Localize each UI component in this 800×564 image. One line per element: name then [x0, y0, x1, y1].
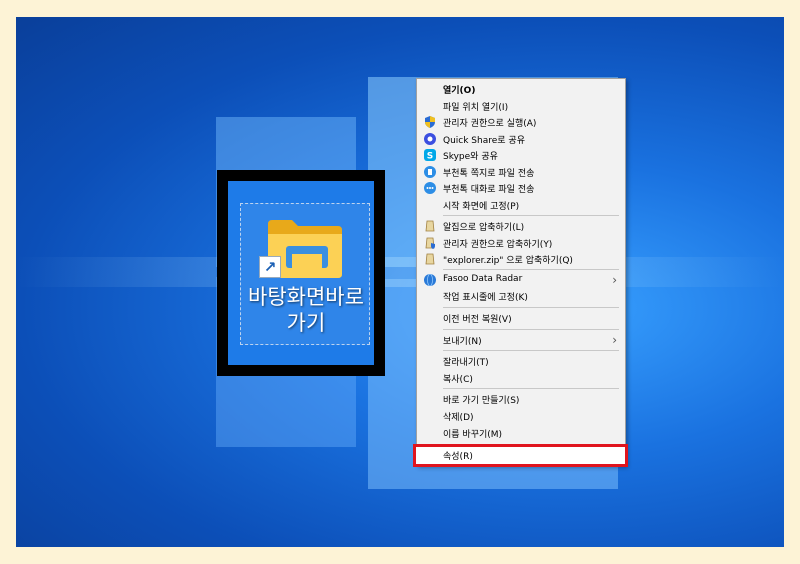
menu-separator: [443, 215, 619, 216]
menu-item-label: 알집으로 압축하기(L): [443, 223, 525, 233]
menu-item-label: 작업 표시줄에 고정(K): [443, 293, 528, 303]
menu-item-label: 관리자 권한으로 압축하기(Y): [443, 240, 553, 250]
menu-item-label: 삭제(D): [443, 413, 474, 423]
quick-share-icon: [424, 133, 436, 145]
annotation-black-frame: ↗ 바탕화면바로 가기: [217, 170, 385, 376]
shield-icon: [425, 116, 435, 128]
menu-item-fasoo[interactable]: Fasoo Data Radar ›: [417, 272, 625, 289]
menu-item-send-to[interactable]: 보내기(N) ›: [417, 332, 625, 349]
menu-item-skype[interactable]: S Skype와 공유: [417, 147, 625, 164]
menu-item-alzip[interactable]: 알집으로 압축하기(L): [417, 218, 625, 235]
menu-item-restore[interactable]: 이전 버전 복원(V): [417, 310, 625, 327]
menu-item-zip-compress[interactable]: "explorer.zip" 으로 압축하기(Q): [417, 251, 625, 268]
menu-item-label: Fasoo Data Radar: [443, 274, 523, 284]
menu-item-copy[interactable]: 복사(C): [417, 370, 625, 387]
menu-item-buzzer-chat[interactable]: 부천톡 대화로 파일 전송: [417, 180, 625, 197]
menu-item-quick-share[interactable]: Quick Share로 공유: [417, 131, 625, 148]
menu-item-label: 잘라내기(T): [443, 358, 489, 368]
menu-item-label: 관리자 권한으로 실행(A): [443, 119, 537, 129]
menu-item-admin-compress[interactable]: 관리자 권한으로 압축하기(Y): [417, 235, 625, 252]
chevron-right-icon: ›: [612, 273, 617, 287]
svg-text:S: S: [427, 152, 433, 162]
menu-item-label: Skype와 공유: [443, 152, 498, 162]
menu-separator: [443, 350, 619, 351]
alzip-icon: [425, 220, 435, 232]
menu-item-label: 열기(O): [443, 86, 476, 96]
context-menu: 열기(O) 파일 위치 열기(I) 관리자 권한으로 실행(A) Quick S…: [416, 78, 626, 466]
chevron-right-icon: ›: [612, 333, 617, 347]
menu-item-label: 보내기(N): [443, 337, 482, 347]
menu-item-pin-taskbar[interactable]: 작업 표시줄에 고정(K): [417, 288, 625, 305]
menu-item-label: 부천톡 쪽지로 파일 전송: [443, 169, 535, 179]
menu-item-open-location[interactable]: 파일 위치 열기(I): [417, 98, 625, 115]
menu-item-label: 시작 화면에 고정(P): [443, 202, 520, 212]
menu-item-cut[interactable]: 잘라내기(T): [417, 353, 625, 370]
skype-icon: S: [424, 149, 436, 161]
menu-separator: [443, 307, 619, 308]
menu-item-label: "explorer.zip" 으로 압축하기(Q): [443, 256, 573, 266]
desktop-shortcut-icon[interactable]: ↗ 바탕화면바로 가기: [240, 203, 370, 345]
messenger-chat-icon: [424, 182, 436, 194]
menu-item-label: 파일 위치 열기(I): [443, 103, 509, 113]
menu-item-label: 복사(C): [443, 375, 473, 385]
menu-item-create-shortcut[interactable]: 바로 가기 만들기(S): [417, 391, 625, 408]
menu-item-label: 속성(R): [443, 452, 473, 462]
menu-separator: [443, 269, 619, 270]
menu-item-label: 부천톡 대화로 파일 전송: [443, 185, 535, 195]
alzip-admin-icon: [425, 237, 435, 249]
messenger-note-icon: [424, 166, 436, 178]
shortcut-arrow-icon: ↗: [259, 256, 281, 278]
menu-item-rename[interactable]: 이름 바꾸기(M): [417, 425, 625, 442]
alzip-icon: [425, 253, 435, 265]
icon-label-line1: 바탕화면바로: [248, 285, 364, 309]
menu-item-label: Quick Share로 공유: [443, 136, 525, 146]
menu-item-pin-start[interactable]: 시작 화면에 고정(P): [417, 197, 625, 214]
fasoo-globe-icon: [424, 274, 436, 286]
menu-item-properties[interactable]: 속성(R): [413, 444, 628, 467]
wallpaper-light-beam: [16, 257, 784, 287]
menu-item-buzzer-note[interactable]: 부천톡 쪽지로 파일 전송: [417, 164, 625, 181]
menu-item-open[interactable]: 열기(O): [417, 81, 625, 98]
menu-separator: [443, 329, 619, 330]
menu-separator: [443, 388, 619, 389]
menu-item-label: 이름 바꾸기(M): [443, 430, 503, 440]
icon-label-line2: 가기: [286, 311, 326, 335]
menu-item-run-admin[interactable]: 관리자 권한으로 실행(A): [417, 114, 625, 131]
menu-item-delete[interactable]: 삭제(D): [417, 408, 625, 425]
desktop: [16, 17, 784, 547]
menu-item-label: 바로 가기 만들기(S): [443, 396, 520, 406]
menu-item-label: 이전 버전 복원(V): [443, 315, 512, 325]
